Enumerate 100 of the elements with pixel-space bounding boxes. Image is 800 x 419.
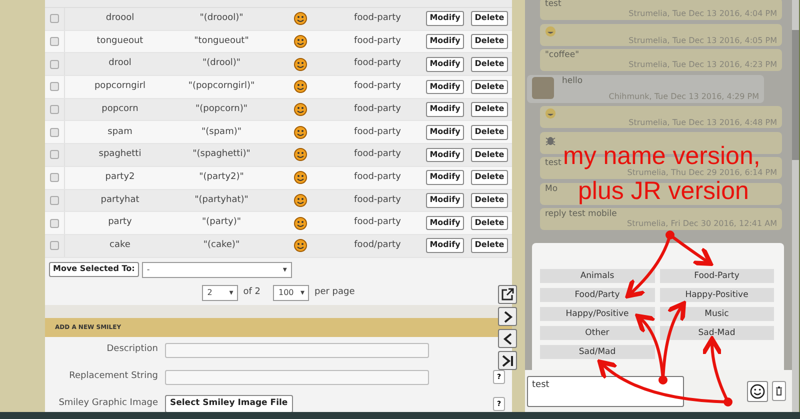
smiley-icon bbox=[545, 108, 556, 119]
dropdown-caret-icon: ▾ bbox=[282, 264, 287, 276]
row-checkbox[interactable] bbox=[50, 173, 59, 182]
smiley-name: tongueout bbox=[96, 34, 144, 48]
category-name: food-party bbox=[353, 102, 402, 116]
text-field[interactable] bbox=[165, 342, 429, 358]
category-name: food-party bbox=[353, 126, 402, 139]
row-checkbox[interactable] bbox=[50, 82, 59, 92]
smiley-name: spam bbox=[106, 126, 134, 139]
file-select-button[interactable]: Select Smiley Image File bbox=[165, 395, 293, 412]
modify-button[interactable]: Modify bbox=[426, 56, 464, 72]
field-label: Replacement String bbox=[68, 372, 159, 382]
modify-button[interactable]: Modify bbox=[426, 238, 464, 254]
delete-button[interactable]: Delete bbox=[470, 170, 508, 186]
message-input[interactable]: test bbox=[527, 376, 684, 406]
row-checkbox[interactable] bbox=[50, 196, 59, 205]
category-button[interactable]: Music bbox=[660, 307, 774, 321]
category-button[interactable]: Happy/Positive bbox=[540, 307, 654, 321]
delete-button[interactable]: Delete bbox=[470, 216, 508, 230]
popout-icon[interactable] bbox=[498, 285, 517, 304]
category-button[interactable]: Happy-Positive bbox=[660, 288, 774, 302]
delete-button[interactable]: Delete bbox=[470, 102, 508, 117]
message-text: "coffee" bbox=[545, 51, 580, 60]
select-value: 2 bbox=[207, 287, 212, 300]
row-checkbox[interactable] bbox=[50, 105, 59, 114]
message-text: hello bbox=[562, 76, 583, 86]
dropdown-caret-icon: ▾ bbox=[300, 287, 304, 300]
chevron-left-icon[interactable] bbox=[498, 329, 517, 348]
emoticon-icon bbox=[294, 12, 306, 26]
emoticon-icon bbox=[294, 126, 306, 139]
delete-button[interactable]: Delete bbox=[470, 56, 508, 72]
page-count: of 2 bbox=[243, 286, 260, 300]
replacement-string: "(partyhat)" bbox=[194, 194, 250, 207]
message-meta: Strumelia, Thu Dec 29 2016, 6:14 PM bbox=[627, 169, 777, 177]
message-meta: Strumelia, Fri Dec 30 2016, 12:41 AM bbox=[627, 220, 777, 228]
delete-button[interactable]: Delete bbox=[470, 148, 508, 162]
category-button[interactable]: Animals bbox=[540, 269, 654, 283]
select-value: 100 bbox=[278, 287, 294, 300]
smiley-name: party bbox=[107, 216, 133, 230]
modify-button[interactable]: Modify bbox=[426, 102, 464, 117]
modify-button[interactable]: Modify bbox=[426, 80, 464, 94]
category-button[interactable]: Sad-Mad bbox=[660, 326, 774, 340]
smiley-icon bbox=[750, 384, 765, 398]
smiley-name: spaghetti bbox=[98, 148, 142, 162]
category-name: food-party bbox=[353, 194, 402, 207]
emoticon-icon bbox=[294, 216, 306, 230]
scrollbar-thumb[interactable] bbox=[792, 30, 799, 160]
skip-end-icon[interactable] bbox=[498, 351, 517, 370]
delete-button[interactable]: Delete bbox=[470, 11, 508, 26]
category-button[interactable]: Food-Party bbox=[660, 269, 774, 283]
modify-button[interactable]: Modify bbox=[426, 124, 464, 140]
delete-button[interactable]: Delete bbox=[470, 238, 508, 254]
move-selected-button[interactable]: Move Selected To: bbox=[49, 262, 139, 277]
modify-button[interactable]: Modify bbox=[426, 148, 464, 162]
modify-button[interactable]: Modify bbox=[426, 192, 464, 208]
emoticon-icon bbox=[294, 58, 306, 71]
category-button[interactable]: Food/Party bbox=[540, 288, 654, 302]
modify-button[interactable]: Modify bbox=[426, 11, 464, 26]
replacement-string: "(popcorn)" bbox=[194, 102, 248, 116]
category-button[interactable]: Other bbox=[540, 326, 654, 340]
delete-button[interactable]: Delete bbox=[470, 124, 508, 140]
chevron-right-icon[interactable] bbox=[498, 307, 517, 326]
delete-button[interactable]: Delete bbox=[470, 34, 508, 49]
replacement-string: "(popcorngirl)" bbox=[187, 80, 256, 94]
delete-button[interactable] bbox=[772, 381, 786, 401]
modify-button[interactable]: Modify bbox=[426, 34, 464, 49]
row-checkbox[interactable] bbox=[50, 60, 59, 69]
text-field[interactable] bbox=[165, 370, 429, 385]
replacement-string: "(spam)" bbox=[200, 126, 242, 139]
category-name: food-party bbox=[353, 148, 402, 162]
message-meta: Strumelia, Tue Dec 13 2016, 4:05 PM bbox=[628, 36, 777, 45]
modify-button[interactable]: Modify bbox=[426, 216, 464, 230]
emoticon-icon bbox=[294, 103, 306, 116]
delete-button[interactable]: Delete bbox=[470, 192, 508, 208]
replacement-string: "(spaghetti)" bbox=[192, 148, 252, 162]
category-select[interactable]: - ▾ bbox=[142, 262, 292, 278]
row-checkbox[interactable] bbox=[50, 14, 59, 24]
row-checkbox[interactable] bbox=[50, 150, 59, 160]
annotation-dot bbox=[658, 376, 668, 384]
row-checkbox[interactable] bbox=[50, 37, 59, 46]
message-meta: Strumelia, Tue Dec 13 2016, 4:04 PM bbox=[628, 10, 777, 18]
per-page-select[interactable]: 100 ▾ bbox=[273, 285, 310, 302]
replacement-string: "(cake)" bbox=[202, 238, 241, 252]
message-meta: Strumelia, Tue Dec 13 2016, 4:23 PM bbox=[628, 61, 777, 69]
row-checkbox[interactable] bbox=[50, 128, 59, 137]
message-text: Mo bbox=[545, 184, 558, 194]
delete-button[interactable]: Delete bbox=[470, 80, 508, 94]
modify-button[interactable]: Modify bbox=[426, 170, 464, 186]
smiley-icon bbox=[545, 26, 556, 36]
message-meta: Chihmunk, Tue Dec 13 2016, 4:29 PM bbox=[608, 92, 759, 100]
smiley-name: drool bbox=[108, 57, 132, 70]
emoticon-icon bbox=[294, 35, 306, 48]
smiley-button[interactable] bbox=[747, 380, 768, 402]
field-label: Smiley Graphic Image bbox=[58, 399, 159, 409]
page-select[interactable]: 2 ▾ bbox=[202, 285, 238, 302]
category-button[interactable]: Sad/Mad bbox=[540, 345, 654, 359]
category-name: food-party bbox=[353, 216, 402, 230]
row-checkbox[interactable] bbox=[50, 218, 59, 228]
select-value: - bbox=[146, 264, 150, 276]
row-checkbox[interactable] bbox=[50, 241, 59, 250]
